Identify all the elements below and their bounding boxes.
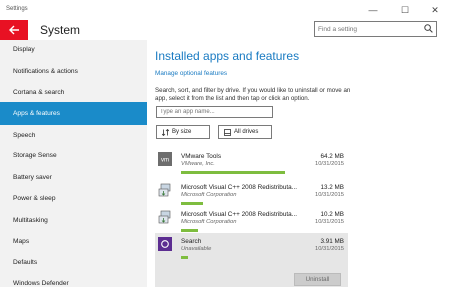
sidebar-item-storage-sense[interactable]: Storage Sense [0,144,147,167]
sidebar-item-label: Windows Defender [13,280,69,287]
drive-icon [224,129,231,136]
sidebar-item-maps[interactable]: Maps [0,230,147,253]
app-name: VMware Tools [181,153,222,160]
sidebar-item-multitasking[interactable]: Multitasking [0,209,147,232]
sidebar-item-apps-features[interactable]: Apps & features [0,102,147,125]
sidebar-item-notifications[interactable]: Notifications & actions [0,60,147,83]
search-icon[interactable] [424,24,433,33]
app-usage-bar [181,171,285,174]
app-list-item-search[interactable]: Search Unavailable 3.91 MB 10/31/2015 Un… [155,233,348,287]
app-usage-bar [181,202,203,205]
app-install-date: 10/31/2015 [314,219,344,225]
app-install-date: 10/31/2015 [314,246,344,252]
app-publisher: Microsoft Corporation [181,219,237,225]
app-name: Microsoft Visual C++ 2008 Redistributa..… [181,184,298,191]
window-title: Settings [6,6,28,12]
app-install-date: 10/31/2015 [314,192,344,198]
app-header: System [0,20,450,40]
sidebar-item-cortana[interactable]: Cortana & search [0,81,147,104]
sidebar-item-label: Defaults [13,259,38,266]
app-size: 64.2 MB [320,153,344,160]
app-list-item-vcredist-2[interactable]: Microsoft Visual C++ 2008 Redistributa..… [155,206,348,236]
sort-dropdown-label: By size [172,129,192,135]
app-publisher: VMware, Inc. [181,161,215,167]
sidebar-item-label: Notifications & actions [13,68,78,75]
app-size: 3.91 MB [320,238,344,245]
uninstall-button[interactable]: Uninstall [294,273,341,286]
close-button[interactable]: ✕ [424,2,446,18]
main-content: Installed apps and features Manage optio… [147,40,450,287]
sidebar-item-label: Power & sleep [13,195,56,202]
installer-icon [158,183,171,197]
search-app-icon [158,237,172,251]
installer-icon [158,210,171,224]
back-arrow-icon [8,25,19,35]
svg-text:vm: vm [161,158,169,164]
sidebar-item-label: Battery saver [13,174,52,181]
app-size: 10.2 MB [320,211,344,218]
page-header-title: System [40,23,81,37]
sidebar-item-label: Apps & features [13,110,60,117]
sidebar-item-windows-defender[interactable]: Windows Defender [0,272,147,295]
app-size: 13.2 MB [320,184,344,191]
sidebar-item-label: Speech [13,132,36,139]
app-list-item-vcredist-1[interactable]: Microsoft Visual C++ 2008 Redistributa..… [155,179,348,209]
sidebar-item-label: Maps [13,238,30,245]
drive-filter-dropdown[interactable]: All drives [218,125,272,139]
settings-search-input[interactable] [318,23,418,35]
page-title: Installed apps and features [155,49,300,63]
app-install-date: 10/31/2015 [314,161,344,167]
sidebar-item-label: Storage Sense [13,152,57,159]
manage-optional-features-link[interactable]: Manage optional features [155,70,227,77]
sidebar: Display Notifications & actions Cortana … [0,40,147,287]
sidebar-item-label: Multitasking [13,217,48,224]
sidebar-item-display[interactable]: Display [0,38,147,61]
app-search-input[interactable] [160,107,268,117]
app-publisher: Microsoft Corporation [181,192,237,198]
app-usage-bar [181,256,188,259]
app-name: Search [181,238,202,245]
vmware-icon: vm [158,152,172,166]
window-titlebar: Settings — ☐ ✕ [0,0,450,20]
sidebar-item-label: Cortana & search [13,89,65,96]
minimize-button[interactable]: — [362,2,384,18]
app-search-box[interactable] [156,106,273,118]
sidebar-item-battery-saver[interactable]: Battery saver [0,166,147,189]
sort-dropdown[interactable]: By size [156,125,210,139]
app-list-item-vmware-tools[interactable]: vm VMware Tools VMware, Inc. 64.2 MB 10/… [155,148,348,178]
sidebar-item-power-sleep[interactable]: Power & sleep [0,187,147,210]
description-text: Search, sort, and filter by drive. If yo… [155,87,351,102]
drive-filter-label: All drives [234,129,259,135]
app-name: Microsoft Visual C++ 2008 Redistributa..… [181,211,298,218]
sort-icon [162,129,169,136]
sidebar-item-label: Display [13,46,35,53]
maximize-button[interactable]: ☐ [394,2,416,18]
sidebar-item-defaults[interactable]: Defaults [0,251,147,274]
settings-search-box[interactable] [314,21,437,37]
app-publisher: Unavailable [181,246,212,252]
back-button[interactable] [0,20,28,40]
app-usage-bar [181,229,198,232]
